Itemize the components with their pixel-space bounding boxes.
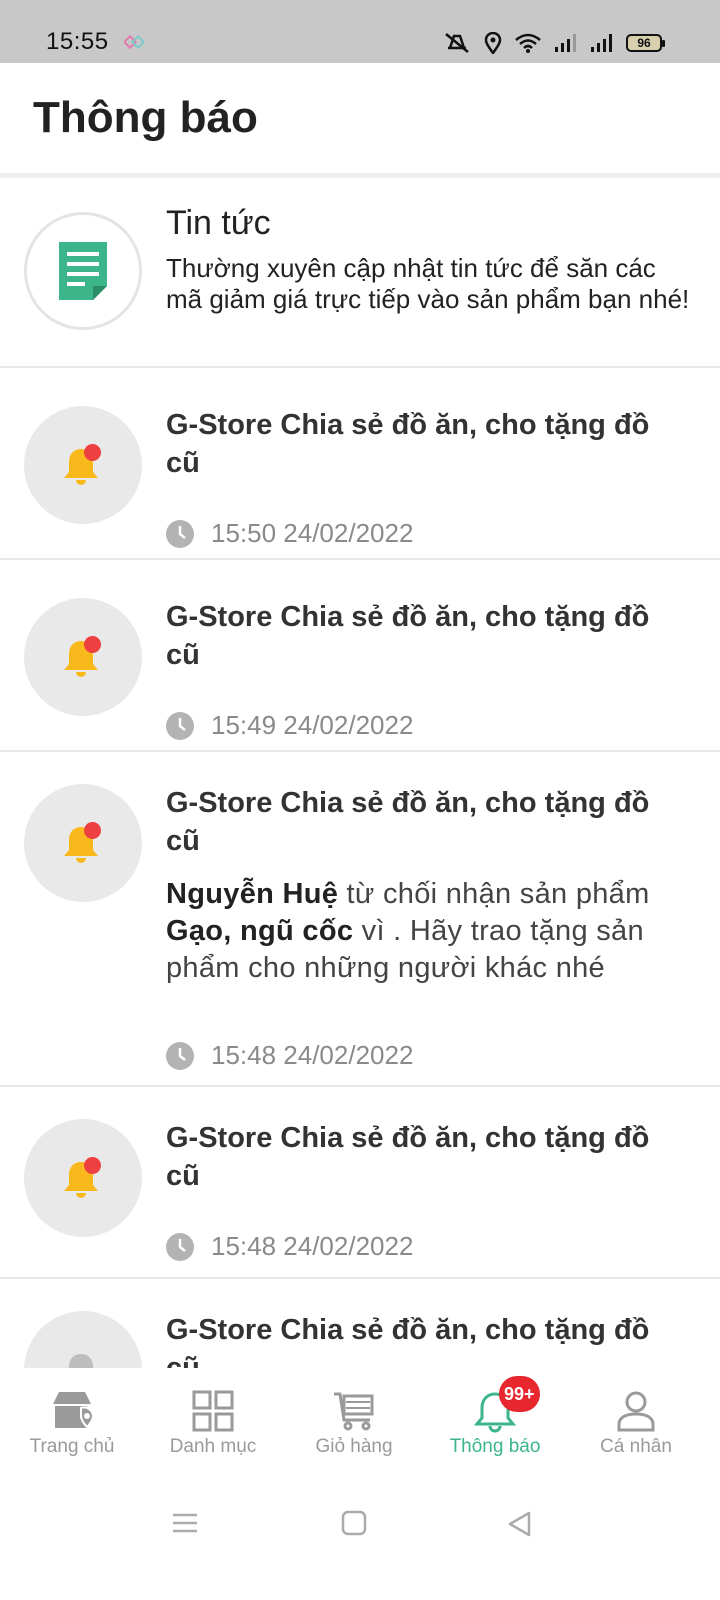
notification-list[interactable]: Tin tức Thường xuyên cập nhật tin tức để… [0, 178, 720, 1368]
notification-item[interactable]: G-Store Chia sẻ đồ ăn, cho tặng đồ cũ 15… [0, 1087, 720, 1279]
unread-dot [84, 636, 101, 653]
tab-categories[interactable]: Danh mục [141, 1368, 285, 1480]
notification-time-row: 15:50 24/02/2022 [166, 518, 413, 549]
notification-title: G-Store Chia sẻ đồ ăn, cho tặng đồ cũ [166, 409, 650, 479]
notification-time: 15:50 24/02/2022 [211, 518, 414, 548]
tab-cart[interactable]: Giỏ hàng [282, 1368, 426, 1480]
home-square-icon[interactable] [341, 1510, 367, 1536]
unread-dot [84, 822, 101, 839]
notification-title: G-Store Chia sẻ đồ ăn, cho tặng đồ cũ [166, 1122, 650, 1192]
notification-avatar [24, 1311, 142, 1368]
battery-indicator: 96 [626, 34, 665, 52]
notification-title: G-Store Chia sẻ đồ ăn, cho tặng đồ cũ [166, 1314, 650, 1368]
unread-dot [84, 1157, 101, 1174]
grid-icon [192, 1390, 234, 1432]
notification-time: 15:49 24/02/2022 [211, 710, 414, 740]
wifi-icon [515, 33, 541, 53]
home-store-icon [53, 1392, 95, 1429]
clock-icon [166, 1232, 194, 1261]
notification-avatar [24, 784, 142, 902]
news-title: Tin tức [166, 204, 271, 242]
notification-time-row: 15:48 24/02/2022 [166, 1231, 413, 1262]
tab-label: Thông báo [449, 1436, 541, 1457]
system-navigation-bar [0, 1480, 720, 1600]
tab-label: Danh mục [169, 1436, 257, 1457]
menu-icon[interactable] [172, 1510, 198, 1536]
notification-title: G-Store Chia sẻ đồ ăn, cho tặng đồ cũ [166, 601, 650, 671]
app-header: Thông báo [0, 63, 720, 173]
back-icon[interactable] [506, 1510, 532, 1538]
notification-item[interactable]: G-Store Chia sẻ đồ ăn, cho tặng đồ cũ 15… [0, 368, 720, 560]
tab-home[interactable]: Trang chủ [0, 1368, 144, 1480]
notification-body-text: từ chối nhận sản phẩm [338, 878, 650, 910]
clock-icon [166, 1041, 194, 1070]
notification-body: Nguyễn Huệ từ chối nhận sản phẩm Gạo, ng… [166, 876, 690, 987]
document-icon [59, 242, 107, 300]
notification-user: Nguyễn Huệ [166, 878, 339, 910]
signal-icon-2 [591, 34, 612, 52]
notification-avatar [24, 1119, 142, 1237]
app-notification-icon [124, 34, 146, 50]
notification-item[interactable]: G-Store Chia sẻ đồ ăn, cho tặng đồ cũ 15… [0, 560, 720, 752]
clock-icon [166, 711, 194, 740]
news-description: Thường xuyên cập nhật tin tức để săn các… [166, 253, 690, 314]
status-icons: 96 [442, 29, 665, 57]
notification-avatar [24, 406, 142, 524]
bottom-tab-bar: Trang chủ Danh mục Giỏ hàng 99+ Thông bá… [0, 1368, 720, 1480]
notification-title: G-Store Chia sẻ đồ ăn, cho tặng đồ cũ [166, 787, 650, 857]
clock-icon [166, 519, 194, 548]
notification-avatar [24, 598, 142, 716]
notification-item[interactable]: G-Store Chia sẻ đồ ăn, cho tặng đồ cũ [0, 1279, 720, 1368]
tab-label: Giỏ hàng [315, 1436, 393, 1457]
person-icon [617, 1391, 655, 1432]
news-avatar [24, 212, 142, 330]
notification-time: 15:48 24/02/2022 [211, 1040, 414, 1070]
vibrate-off-icon [445, 33, 469, 53]
status-time: 15:55 [46, 28, 109, 55]
notification-product: Gạo, ngũ cốc [166, 915, 354, 947]
tab-profile[interactable]: Cá nhân [564, 1368, 708, 1480]
tab-label: Trang chủ [29, 1436, 115, 1457]
notification-time-row: 15:48 24/02/2022 [166, 1040, 413, 1071]
page-title: Thông báo [33, 93, 258, 142]
tab-label: Cá nhân [600, 1436, 672, 1457]
cart-icon [334, 1392, 374, 1431]
unread-dot [84, 444, 101, 461]
bell-icon [69, 1354, 93, 1368]
notification-time: 15:48 24/02/2022 [211, 1231, 414, 1261]
signal-icon [555, 34, 576, 52]
tab-notifications[interactable]: 99+ Thông báo [423, 1368, 567, 1480]
notification-time-row: 15:49 24/02/2022 [166, 710, 413, 741]
status-bar: 15:55 96 [0, 0, 720, 63]
news-item[interactable]: Tin tức Thường xuyên cập nhật tin tức để… [0, 178, 720, 368]
notification-item[interactable]: G-Store Chia sẻ đồ ăn, cho tặng đồ cũ Ng… [0, 752, 720, 1087]
location-icon [484, 32, 502, 54]
notification-badge: 99+ [499, 1376, 540, 1412]
